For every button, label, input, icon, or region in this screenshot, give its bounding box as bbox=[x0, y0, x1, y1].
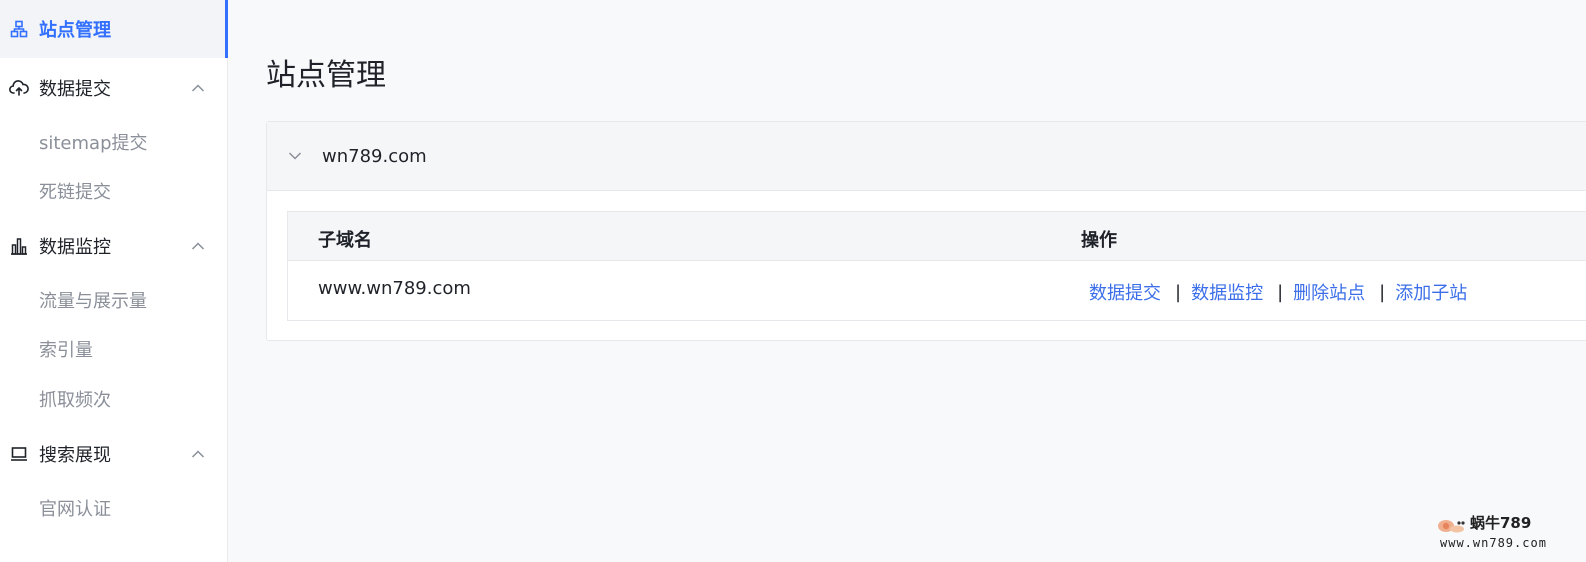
sidebar-item-official-verification[interactable]: 官网认证 bbox=[0, 486, 228, 530]
sidebar-item-label: 官网认证 bbox=[39, 499, 111, 520]
sidebar-group-label: 数据提交 bbox=[39, 79, 111, 100]
watermark-title: 蜗牛789 bbox=[1470, 514, 1532, 532]
subdomain-cell: www.wn789.com bbox=[318, 278, 471, 299]
data-submit-link[interactable]: 数据提交 bbox=[1089, 279, 1161, 305]
sidebar-item-crawl-frequency[interactable]: 抓取频次 bbox=[0, 377, 228, 421]
site-card: wn789.com 子域名 操作 www.wn789.com 数据提交 | 数据… bbox=[266, 121, 1586, 341]
data-monitor-link[interactable]: 数据监控 bbox=[1191, 279, 1263, 305]
cloud-upload-icon bbox=[9, 78, 29, 98]
sidebar-item-site-management[interactable]: 站点管理 bbox=[0, 0, 228, 58]
sidebar-item-label: sitemap提交 bbox=[39, 133, 148, 154]
column-header-subdomain: 子域名 bbox=[318, 230, 372, 251]
sidebar-group-data-monitor[interactable]: 数据监控 bbox=[0, 221, 228, 271]
chevron-up-icon[interactable] bbox=[190, 446, 206, 462]
site-domain: wn789.com bbox=[322, 145, 427, 167]
snail-logo-icon bbox=[1438, 520, 1465, 533]
sidebar-group-label: 数据监控 bbox=[39, 237, 111, 258]
separator: | bbox=[1379, 281, 1386, 303]
watermark: 蜗牛789 www.wn789.com bbox=[1436, 510, 1576, 554]
sidebar-item-label: 抓取频次 bbox=[39, 390, 111, 411]
page-title: 站点管理 bbox=[266, 58, 386, 93]
separator: | bbox=[1277, 281, 1284, 303]
sidebar-item-index-count[interactable]: 索引量 bbox=[0, 327, 228, 371]
sidebar-item-label: 索引量 bbox=[39, 340, 93, 361]
chevron-up-icon[interactable] bbox=[190, 80, 206, 96]
subdomain-table: 子域名 操作 www.wn789.com 数据提交 | 数据监控 | 删除站点 … bbox=[287, 211, 1586, 321]
delete-site-link[interactable]: 删除站点 bbox=[1293, 279, 1365, 305]
watermark-url: www.wn789.com bbox=[1440, 536, 1547, 550]
row-actions: 数据提交 | 数据监控 | 删除站点 | 添加子站 bbox=[1089, 279, 1467, 305]
sidebar-item-label: 死链提交 bbox=[39, 182, 111, 203]
monitor-icon bbox=[9, 444, 29, 464]
table-row: www.wn789.com 数据提交 | 数据监控 | 删除站点 | 添加子站 bbox=[288, 261, 1586, 321]
sidebar-item-label: 站点管理 bbox=[39, 20, 111, 41]
sidebar-group-data-submit[interactable]: 数据提交 bbox=[0, 63, 228, 113]
sidebar-group-label: 搜索展现 bbox=[39, 445, 111, 466]
table-header: 子域名 操作 bbox=[288, 212, 1586, 261]
chevron-down-icon[interactable] bbox=[287, 148, 303, 164]
chevron-up-icon[interactable] bbox=[190, 238, 206, 254]
sidebar: 站点管理 数据提交 sitemap提交 死链提交 数据监控 流量与展示量 索引量… bbox=[0, 0, 228, 562]
sidebar-group-search-display[interactable]: 搜索展现 bbox=[0, 429, 228, 479]
add-subsite-link[interactable]: 添加子站 bbox=[1395, 279, 1467, 305]
sidebar-item-deadlink-submit[interactable]: 死链提交 bbox=[0, 169, 228, 213]
column-header-actions: 操作 bbox=[1081, 230, 1117, 251]
site-card-header[interactable]: wn789.com bbox=[267, 122, 1586, 191]
sidebar-item-label: 流量与展示量 bbox=[39, 291, 147, 312]
sidebar-item-sitemap-submit[interactable]: sitemap提交 bbox=[0, 120, 228, 164]
app-root: 站点管理 数据提交 sitemap提交 死链提交 数据监控 流量与展示量 索引量… bbox=[0, 0, 1586, 562]
sidebar-item-traffic[interactable]: 流量与展示量 bbox=[0, 278, 228, 322]
sitemap-icon bbox=[9, 19, 29, 39]
separator: | bbox=[1175, 281, 1182, 303]
bar-chart-icon bbox=[9, 236, 29, 256]
